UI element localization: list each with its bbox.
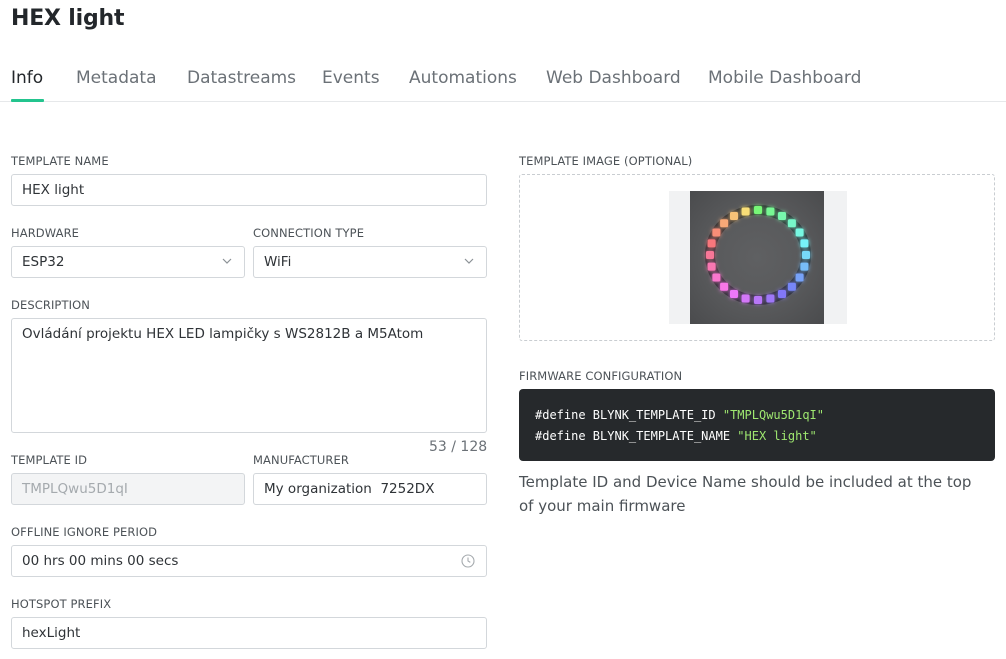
active-tab-indicator: [11, 99, 44, 102]
hardware-value: ESP32: [22, 254, 65, 270]
connection-type-select[interactable]: WiFi: [253, 246, 487, 278]
template-id-input: TMPLQwu5D1qI: [11, 473, 245, 505]
tab-mobile-dashboard[interactable]: Mobile Dashboard: [708, 68, 861, 88]
hardware-select[interactable]: ESP32: [11, 246, 245, 278]
description-textarea[interactable]: Ovládání projektu HEX LED lampičky s WS2…: [11, 318, 487, 433]
led-pixel: [712, 228, 721, 237]
connection-type-value: WiFi: [264, 254, 292, 270]
led-pixel: [766, 294, 775, 303]
hardware-label: HARDWARE: [11, 226, 80, 240]
led-pixel: [800, 239, 809, 248]
led-pixel: [787, 219, 796, 228]
tab-info[interactable]: Info: [11, 68, 43, 88]
led-pixel: [720, 282, 729, 291]
offline-ignore-input[interactable]: 00 hrs 00 mins 00 secs: [11, 545, 487, 577]
tab-metadata[interactable]: Metadata: [76, 68, 157, 88]
code-define-template-name: #define BLYNK_TEMPLATE_NAME: [535, 429, 738, 443]
hotspot-prefix-input[interactable]: hexLight: [11, 617, 487, 649]
led-pixel: [778, 212, 786, 220]
template-id-value: TMPLQwu5D1qI: [22, 481, 128, 497]
offline-ignore-label: OFFLINE IGNORE PERIOD: [11, 525, 158, 539]
led-pixel: [754, 206, 762, 214]
led-pixel: [795, 228, 804, 237]
description-label: DESCRIPTION: [11, 298, 90, 312]
template-name-input[interactable]: HEX light: [11, 174, 487, 206]
tab-automations[interactable]: Automations: [409, 68, 517, 88]
hotspot-prefix-label: HOTSPOT PREFIX: [11, 597, 112, 611]
description-value: Ovládání projektu HEX LED lampičky s WS2…: [22, 326, 424, 342]
led-pixel: [707, 239, 716, 248]
tab-bar: Info Metadata Datastreams Events Automat…: [0, 64, 1006, 102]
tab-datastreams[interactable]: Datastreams: [187, 68, 296, 88]
page-title: HEX light: [11, 6, 125, 31]
code-define-template-id: #define BLYNK_TEMPLATE_ID: [535, 408, 723, 422]
hotspot-prefix-value: hexLight: [22, 625, 81, 641]
led-pixel: [730, 212, 738, 220]
code-template-name-string: "HEX light": [737, 429, 817, 443]
firmware-code-block[interactable]: #define BLYNK_TEMPLATE_ID "TMPLQwu5D1qI"…: [519, 389, 995, 461]
firmware-note: Template ID and Device Name should be in…: [519, 473, 972, 515]
firmware-config-label: FIRMWARE CONFIGURATION: [519, 369, 683, 383]
offline-ignore-value: 00 hrs 00 mins 00 secs: [22, 553, 179, 569]
led-pixel: [706, 251, 714, 259]
template-name-value: HEX light: [22, 182, 85, 198]
led-ring-illustration: [705, 205, 811, 305]
led-pixel: [712, 273, 721, 282]
template-id-label: TEMPLATE ID: [11, 453, 88, 467]
led-pixel: [795, 273, 804, 282]
led-pixel: [754, 296, 762, 304]
chevron-down-icon: [464, 258, 474, 264]
led-pixel: [741, 207, 750, 216]
led-pixel: [730, 290, 738, 298]
connection-type-label: CONNECTION TYPE: [253, 226, 365, 240]
led-pixel: [778, 290, 786, 298]
description-char-counter: 53 / 128: [429, 439, 488, 455]
led-pixel: [800, 262, 809, 271]
tab-events[interactable]: Events: [322, 68, 380, 88]
template-name-label: TEMPLATE NAME: [11, 154, 109, 168]
manufacturer-input[interactable]: My organization 7252DX: [253, 473, 487, 505]
manufacturer-label: MANUFACTURER: [253, 453, 349, 467]
tab-web-dashboard[interactable]: Web Dashboard: [546, 68, 681, 88]
template-image-dropzone[interactable]: [519, 174, 995, 341]
template-image-label: TEMPLATE IMAGE (OPTIONAL): [519, 154, 693, 168]
led-pixel: [787, 282, 796, 291]
clock-icon: [461, 554, 475, 568]
code-template-id-string: "TMPLQwu5D1qI": [722, 408, 824, 422]
code-line-template-name: #define BLYNK_TEMPLATE_NAME "HEX light": [535, 426, 979, 447]
led-pixel: [707, 262, 716, 271]
led-ring-image: [690, 191, 824, 324]
led-pixel: [741, 294, 750, 303]
manufacturer-value: My organization 7252DX: [264, 481, 435, 497]
led-pixel: [766, 207, 775, 216]
code-line-template-id: #define BLYNK_TEMPLATE_ID "TMPLQwu5D1qI": [535, 405, 979, 426]
chevron-down-icon: [222, 258, 232, 264]
template-image-preview[interactable]: [669, 191, 847, 324]
led-pixel: [720, 219, 729, 228]
led-pixel: [802, 251, 810, 259]
